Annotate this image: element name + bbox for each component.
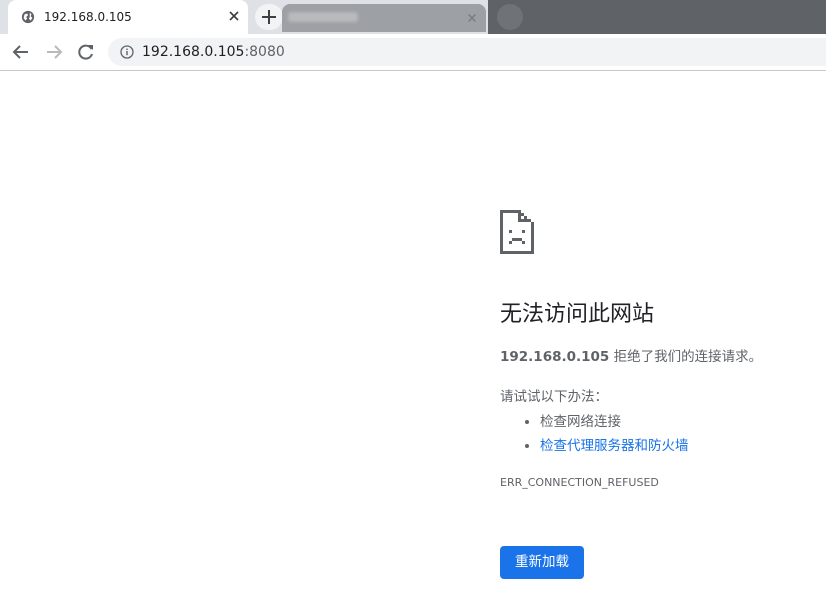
error-code: ERR_CONNECTION_REFUSED	[500, 476, 659, 489]
tab-title: 192.168.0.105	[44, 10, 132, 24]
error-heading: 无法访问此网站	[500, 302, 655, 327]
browser-toolbar: 192.168.0.105:8080	[0, 34, 826, 71]
suggestion-check-proxy: 检查代理服务器和防火墙	[540, 434, 689, 458]
suggestions-title: 请试试以下办法：	[500, 389, 608, 405]
url-text[interactable]: 192.168.0.105:8080	[142, 44, 285, 60]
tab-inactive[interactable]	[282, 4, 486, 32]
plus-icon	[262, 10, 276, 24]
globe-icon	[21, 10, 35, 24]
tab-strip: 192.168.0.105	[0, 0, 826, 34]
url-host: 192.168.0.105	[142, 44, 245, 60]
suggestion-check-network: 检查网络连接	[540, 410, 689, 434]
error-host: 192.168.0.105	[500, 349, 610, 365]
arrow-right-icon[interactable]	[44, 42, 64, 62]
reload-icon[interactable]	[76, 42, 96, 62]
close-icon[interactable]	[465, 11, 479, 25]
reload-button[interactable]: 重新加载	[500, 546, 584, 579]
url-port: :8080	[244, 44, 285, 60]
tab-title-blurred	[288, 12, 358, 22]
address-bar[interactable]: 192.168.0.105:8080	[108, 38, 826, 66]
suggestions-list: 检查网络连接 检查代理服务器和防火墙	[500, 410, 689, 458]
new-tab-button[interactable]	[255, 4, 283, 30]
info-icon[interactable]	[120, 45, 134, 59]
blurred-tab-icon	[497, 4, 523, 30]
sad-page-icon	[500, 210, 534, 254]
close-icon[interactable]	[226, 8, 242, 24]
error-description-text: 拒绝了我们的连接请求。	[609, 349, 763, 365]
tab-strip-background	[488, 0, 826, 34]
arrow-left-icon[interactable]	[11, 42, 31, 62]
error-description: 192.168.0.105 拒绝了我们的连接请求。	[500, 348, 762, 366]
tab-active[interactable]: 192.168.0.105	[8, 0, 248, 34]
check-proxy-link[interactable]: 检查代理服务器和防火墙	[540, 438, 689, 454]
